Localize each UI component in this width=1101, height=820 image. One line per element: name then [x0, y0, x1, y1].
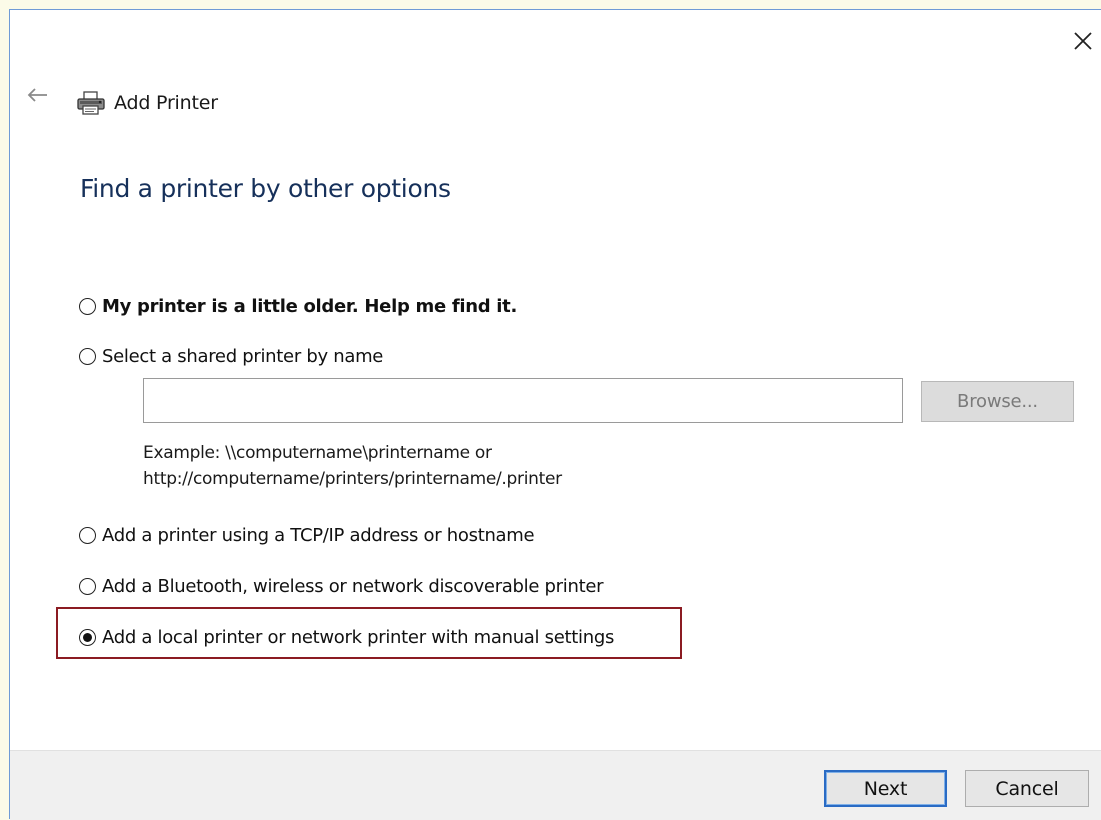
close-icon — [1074, 32, 1092, 50]
option-shared-printer-label: Select a shared printer by name — [102, 346, 384, 367]
dialog-footer: Next Cancel — [10, 750, 1101, 820]
radio-bluetooth-printer[interactable] — [79, 578, 96, 595]
radio-shared-printer[interactable] — [79, 348, 96, 365]
title-bar: Add Printer — [76, 88, 218, 118]
option-bluetooth-printer-label: Add a Bluetooth, wireless or network dis… — [102, 576, 604, 597]
option-tcpip-printer-label: Add a printer using a TCP/IP address or … — [102, 525, 535, 546]
add-printer-window: Add Printer Find a printer by other opti… — [9, 9, 1101, 820]
option-bluetooth-printer[interactable]: Add a Bluetooth, wireless or network dis… — [79, 576, 604, 597]
option-shared-printer[interactable]: Select a shared printer by name — [79, 346, 383, 367]
shared-printer-name-input[interactable] — [143, 378, 903, 423]
back-button[interactable] — [23, 81, 51, 109]
cancel-button[interactable]: Cancel — [965, 770, 1089, 807]
close-button[interactable] — [1066, 24, 1100, 58]
radio-tcpip-printer[interactable] — [79, 527, 96, 544]
next-button[interactable]: Next — [824, 770, 947, 807]
printer-icon — [77, 91, 105, 115]
option-tcpip-printer[interactable]: Add a printer using a TCP/IP address or … — [79, 525, 535, 546]
option-local-printer-label: Add a local printer or network printer w… — [102, 627, 615, 648]
radio-older-printer[interactable] — [79, 298, 96, 315]
example-line-2: http://computername/printers/printername… — [143, 469, 562, 489]
radio-local-printer[interactable] — [79, 629, 96, 646]
browse-button[interactable]: Browse... — [921, 381, 1074, 422]
option-older-printer-label: My printer is a little older. Help me fi… — [102, 296, 518, 317]
option-local-printer[interactable]: Add a local printer or network printer w… — [79, 627, 614, 648]
back-arrow-icon — [27, 88, 47, 102]
example-line-1: Example: \\computername\printername or — [143, 443, 492, 463]
option-older-printer[interactable]: My printer is a little older. Help me fi… — [79, 296, 517, 317]
window-title: Add Printer — [114, 92, 218, 114]
radio-selected-dot — [83, 633, 92, 642]
page-heading: Find a printer by other options — [80, 174, 451, 203]
example-text: Example: \\computername\printername or h… — [143, 440, 562, 492]
